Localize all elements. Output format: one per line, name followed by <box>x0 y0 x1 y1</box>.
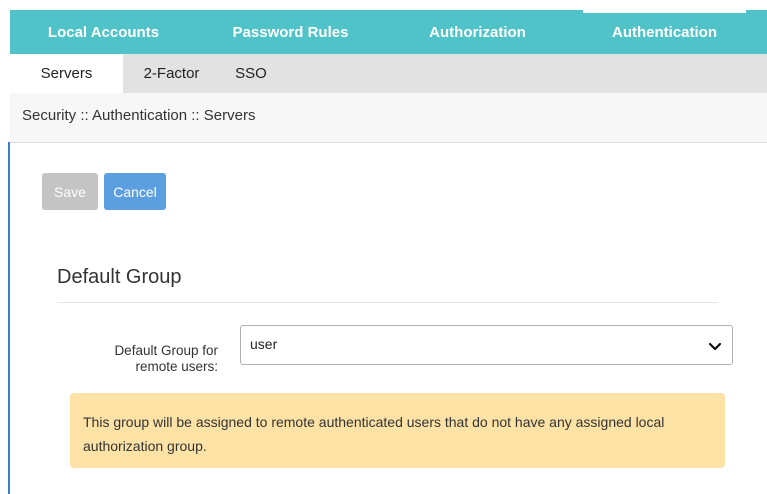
default-group-label: Default Group for remote users: <box>60 343 218 375</box>
tab-label: Authentication <box>612 23 717 41</box>
breadcrumb-bar: Security :: Authentication :: Servers <box>10 93 767 143</box>
tab-local-accounts[interactable]: Local Accounts <box>10 10 197 54</box>
tab-authorization[interactable]: Authorization <box>384 10 571 54</box>
subtab-2-factor[interactable]: 2-Factor <box>123 54 220 93</box>
chevron-down-icon <box>708 339 722 358</box>
section-divider <box>57 302 718 303</box>
breadcrumb: Security :: Authentication :: Servers <box>22 107 256 124</box>
top-nav-bar: Local Accounts Password Rules Authorizat… <box>10 10 767 54</box>
label-line-1: Default Group for <box>114 343 218 358</box>
default-group-select[interactable]: user <box>240 325 733 365</box>
subtab-label: SSO <box>235 65 267 82</box>
sub-nav-bar: Servers 2-Factor SSO <box>10 54 767 93</box>
tab-label: Local Accounts <box>47 23 160 41</box>
tab-password-rules[interactable]: Password Rules <box>197 10 384 54</box>
tab-label: Authorization <box>429 23 526 41</box>
label-line-2: remote users: <box>135 359 218 374</box>
content-left-border <box>8 142 10 494</box>
cancel-button[interactable]: Cancel <box>104 173 166 210</box>
section-title: Default Group <box>57 266 182 288</box>
tab-authentication[interactable]: Authentication <box>571 10 758 54</box>
save-button[interactable]: Save <box>42 173 98 210</box>
subtab-sso[interactable]: SSO <box>220 54 282 93</box>
select-value: user <box>250 336 278 352</box>
notice-text: This group will be assigned to remote au… <box>83 414 665 454</box>
info-notice: This group will be assigned to remote au… <box>70 393 725 468</box>
tab-label: Password Rules <box>232 23 349 41</box>
subtab-label: 2-Factor <box>143 65 200 82</box>
subtab-servers[interactable]: Servers <box>10 54 123 93</box>
subtab-label: Servers <box>40 65 93 82</box>
